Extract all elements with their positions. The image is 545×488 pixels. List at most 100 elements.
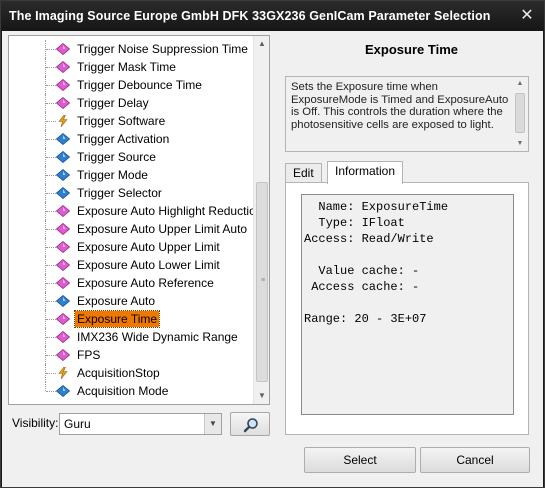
boolean-icon [55, 222, 71, 236]
tree-item-label: FPS [77, 348, 101, 362]
tree-connector [46, 193, 56, 194]
tree-item-label: Acquisition Mode [77, 384, 169, 398]
tree-connector [46, 319, 56, 320]
tree-connector [46, 337, 56, 338]
tree-connector [46, 139, 56, 140]
tree-item[interactable]: Acquisition Mode [9, 382, 254, 400]
scroll-up-icon[interactable]: ▲ [254, 36, 269, 52]
description-box: Sets the Exposure time when ExposureMode… [285, 76, 529, 152]
tree-item[interactable]: Exposure Auto Lower Limit [9, 256, 254, 274]
tree-item[interactable]: Exposure Auto Upper Limit [9, 238, 254, 256]
tree-connector [46, 67, 56, 68]
scroll-down-icon[interactable]: ▼ [512, 137, 528, 151]
tree-item-label: Exposure Time [73, 310, 161, 328]
scroll-thumb[interactable] [515, 93, 525, 133]
select-button[interactable]: Select [304, 447, 416, 473]
tree-item-label: Trigger Selector [77, 186, 162, 200]
scroll-thumb[interactable]: ≡ [256, 182, 268, 382]
tree-item-label: Trigger Activation [77, 132, 170, 146]
cancel-button[interactable]: Cancel [420, 447, 530, 473]
tree-item-label: Trigger Mask Time [77, 60, 176, 74]
tree-item-label: Exposure Auto [77, 294, 156, 308]
float-icon [55, 312, 71, 326]
info-access: Access: Read/Write [304, 232, 434, 246]
tree-connector [46, 211, 56, 212]
scroll-down-icon[interactable]: ▼ [254, 388, 269, 404]
tree-item[interactable]: Exposure Auto Upper Limit Auto [9, 220, 254, 238]
float-icon [55, 240, 71, 254]
tree-connector [46, 301, 56, 302]
scroll-up-icon[interactable]: ▲ [512, 77, 528, 91]
boolean-icon [55, 204, 71, 218]
tree-item[interactable]: Exposure Auto Highlight Reduction [9, 202, 262, 220]
info-value-cache: Value cache: - [304, 264, 420, 278]
float-icon [55, 96, 71, 110]
tab-edit[interactable]: Edit [285, 163, 322, 183]
tree-item-label: IMX236 Wide Dynamic Range [77, 330, 238, 344]
info-range: Range: 20 - 3E+07 [304, 312, 427, 326]
tree-item-label: Trigger Mode [77, 168, 148, 182]
tree-item[interactable]: AcquisitionStop [9, 364, 254, 382]
enum-icon [55, 384, 71, 398]
tree-item[interactable]: IMX236 Wide Dynamic Range [9, 328, 254, 346]
tree-item[interactable]: Exposure Auto Reference [9, 274, 254, 292]
tree-connector [46, 175, 56, 176]
tree-item[interactable]: Exposure Auto [9, 292, 254, 310]
info-name: Name: ExposureTime [304, 200, 449, 214]
parameter-tree[interactable]: Trigger Noise Suppression Time Trigger Ma… [8, 35, 270, 405]
tab-information[interactable]: Information [327, 161, 404, 184]
tree-connector [46, 265, 56, 266]
chevron-down-icon[interactable]: ▼ [204, 414, 221, 434]
tree-connector [46, 355, 56, 356]
enum-icon [55, 186, 71, 200]
tree-item-label: Exposure Auto Upper Limit [77, 240, 220, 254]
tree-item[interactable]: Trigger Software [9, 112, 254, 130]
tree-item-label: Exposure Auto Highlight Reduction [77, 204, 263, 218]
command-icon [56, 114, 70, 128]
tree-connector [46, 247, 56, 248]
tree-item[interactable]: FPS [9, 346, 254, 364]
tree-item[interactable]: Trigger Activation [9, 130, 254, 148]
float-icon [55, 42, 71, 56]
tree-item[interactable]: Trigger Delay [9, 94, 254, 112]
tree-item[interactable]: Trigger Mode [9, 166, 254, 184]
enum-icon [55, 150, 71, 164]
description-scrollbar[interactable]: ▲ ▼ [512, 77, 528, 151]
tree-item-label: Trigger Delay [77, 96, 149, 110]
visibility-value: Guru [64, 417, 91, 431]
tree-item-label: Exposure Auto Upper Limit Auto [77, 222, 248, 236]
visibility-select[interactable]: Guru ▼ [59, 413, 222, 435]
parameter-title: Exposure Time [365, 42, 458, 57]
tree-scrollbar[interactable]: ▲ ≡ ▼ [253, 36, 269, 404]
info-type: Type: IFloat [304, 216, 405, 230]
enum-icon [55, 168, 71, 182]
tree-item-label: AcquisitionStop [77, 366, 160, 380]
boolean-icon [55, 330, 71, 344]
title-bar[interactable]: The Imaging Source Europe GmbH DFK 33GX2… [1, 1, 544, 31]
tree-item[interactable]: Trigger Source [9, 148, 254, 166]
tree-item[interactable]: Trigger Debounce Time [9, 76, 254, 94]
tree-item[interactable]: Trigger Selector [9, 184, 254, 202]
search-button[interactable] [230, 412, 270, 436]
information-tab-page: Name: ExposureTime Type: IFloat Access: … [285, 182, 529, 435]
tree-item[interactable]: Trigger Noise Suppression Time [9, 40, 254, 58]
tree-item[interactable]: Trigger Mask Time [9, 58, 254, 76]
info-box: Name: ExposureTime Type: IFloat Access: … [301, 194, 514, 415]
description-text: Sets the Exposure time when ExposureMode… [291, 81, 509, 131]
tree-item[interactable]: Exposure Time [9, 310, 254, 328]
tree-item-label: Exposure Auto Lower Limit [77, 258, 220, 272]
float-icon [55, 60, 71, 74]
tree-connector [46, 229, 56, 230]
close-icon[interactable]: ✕ [518, 7, 536, 25]
window-title: The Imaging Source Europe GmbH DFK 33GX2… [9, 9, 491, 23]
tree-item-label: Exposure Auto Reference [77, 276, 214, 290]
dialog-body: Trigger Noise Suppression Time Trigger Ma… [2, 31, 543, 487]
float-icon [55, 78, 71, 92]
tree-connector [46, 103, 56, 104]
tree-connector [46, 85, 56, 86]
tree-connector [46, 157, 56, 158]
float-icon [55, 348, 71, 362]
dialog-window: The Imaging Source Europe GmbH DFK 33GX2… [0, 0, 545, 488]
tree-item-label: Trigger Noise Suppression Time [77, 42, 248, 56]
search-icon [243, 418, 258, 433]
